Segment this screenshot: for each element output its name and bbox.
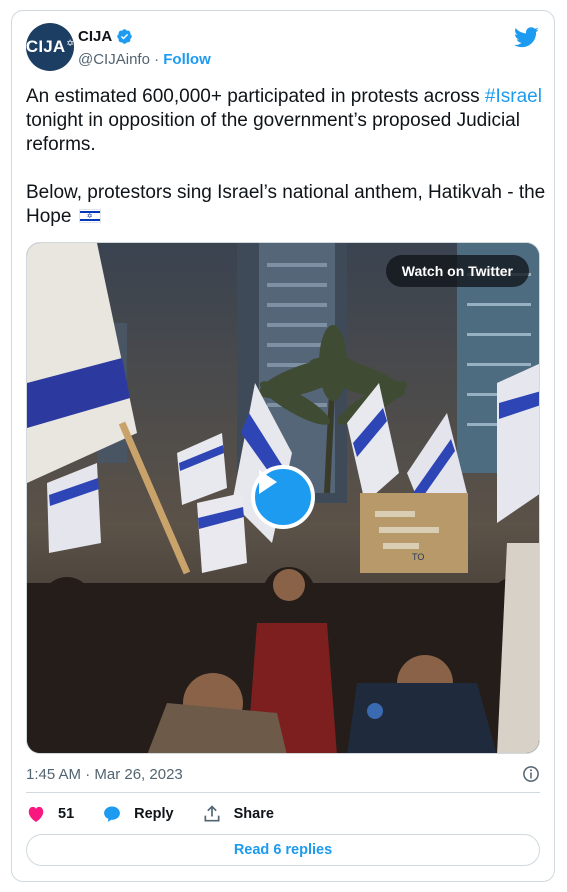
timestamp-row: 1:45 AM · Mar 26, 2023 (26, 765, 540, 783)
share-label: Share (233, 806, 274, 822)
action-bar: 51 Reply Share (26, 804, 302, 824)
avatar[interactable]: CIJA ✡ (26, 23, 74, 71)
sign-text: TO (412, 552, 424, 562)
tweet-text-part1: An estimated 600,000+ participated in pr… (26, 86, 485, 107)
play-button[interactable] (251, 465, 315, 529)
handle-row: @CIJAinfo · Follow (78, 51, 211, 68)
timestamp[interactable]: 1:45 AM · Mar 26, 2023 (26, 766, 183, 783)
author-name-row: CIJA (78, 28, 133, 45)
tweet-text-part2: tonight in opposition of the government’… (26, 110, 520, 155)
tweet-paragraph-1: An estimated 600,000+ participated in pr… (26, 85, 546, 157)
separator-dot: · (154, 51, 160, 68)
handle[interactable]: @CIJAinfo (78, 51, 150, 68)
avatar-text: CIJA (25, 37, 66, 56)
read-replies-button[interactable]: Read 6 replies (26, 834, 540, 866)
follow-button[interactable]: Follow (163, 51, 211, 68)
speech-bubble-icon (104, 806, 121, 822)
share-button[interactable]: Share (202, 804, 274, 824)
watch-on-twitter-button[interactable]: Watch on Twitter (385, 255, 529, 287)
israel-flag-icon: ✡ (78, 209, 101, 223)
hashtag-link[interactable]: #Israel (485, 86, 542, 107)
reply-label: Reply (134, 806, 174, 822)
divider (26, 792, 540, 793)
info-icon[interactable] (522, 765, 540, 783)
share-icon (204, 805, 220, 822)
display-name[interactable]: CIJA (78, 28, 112, 45)
heart-icon (28, 806, 44, 822)
tweet-text: An estimated 600,000+ participated in pr… (26, 85, 546, 229)
like-count: 51 (58, 806, 75, 822)
play-icon (259, 470, 277, 494)
verified-badge-icon (117, 29, 132, 44)
like-button[interactable]: 51 (26, 804, 74, 824)
twitter-bird-icon[interactable] (514, 27, 539, 48)
video-player[interactable]: TO Watch on Twitter (26, 242, 540, 754)
tweet-paragraph-2: Below, protestors sing Israel’s national… (26, 181, 546, 229)
star-of-david-icon: ✡ (66, 37, 75, 48)
tweet-text-para2: Below, protestors sing Israel’s national… (26, 182, 546, 227)
tweet-card: CIJA ✡ CIJA @CIJAinfo · Follow An estimat… (11, 10, 555, 882)
reply-button[interactable]: Reply (102, 804, 174, 824)
